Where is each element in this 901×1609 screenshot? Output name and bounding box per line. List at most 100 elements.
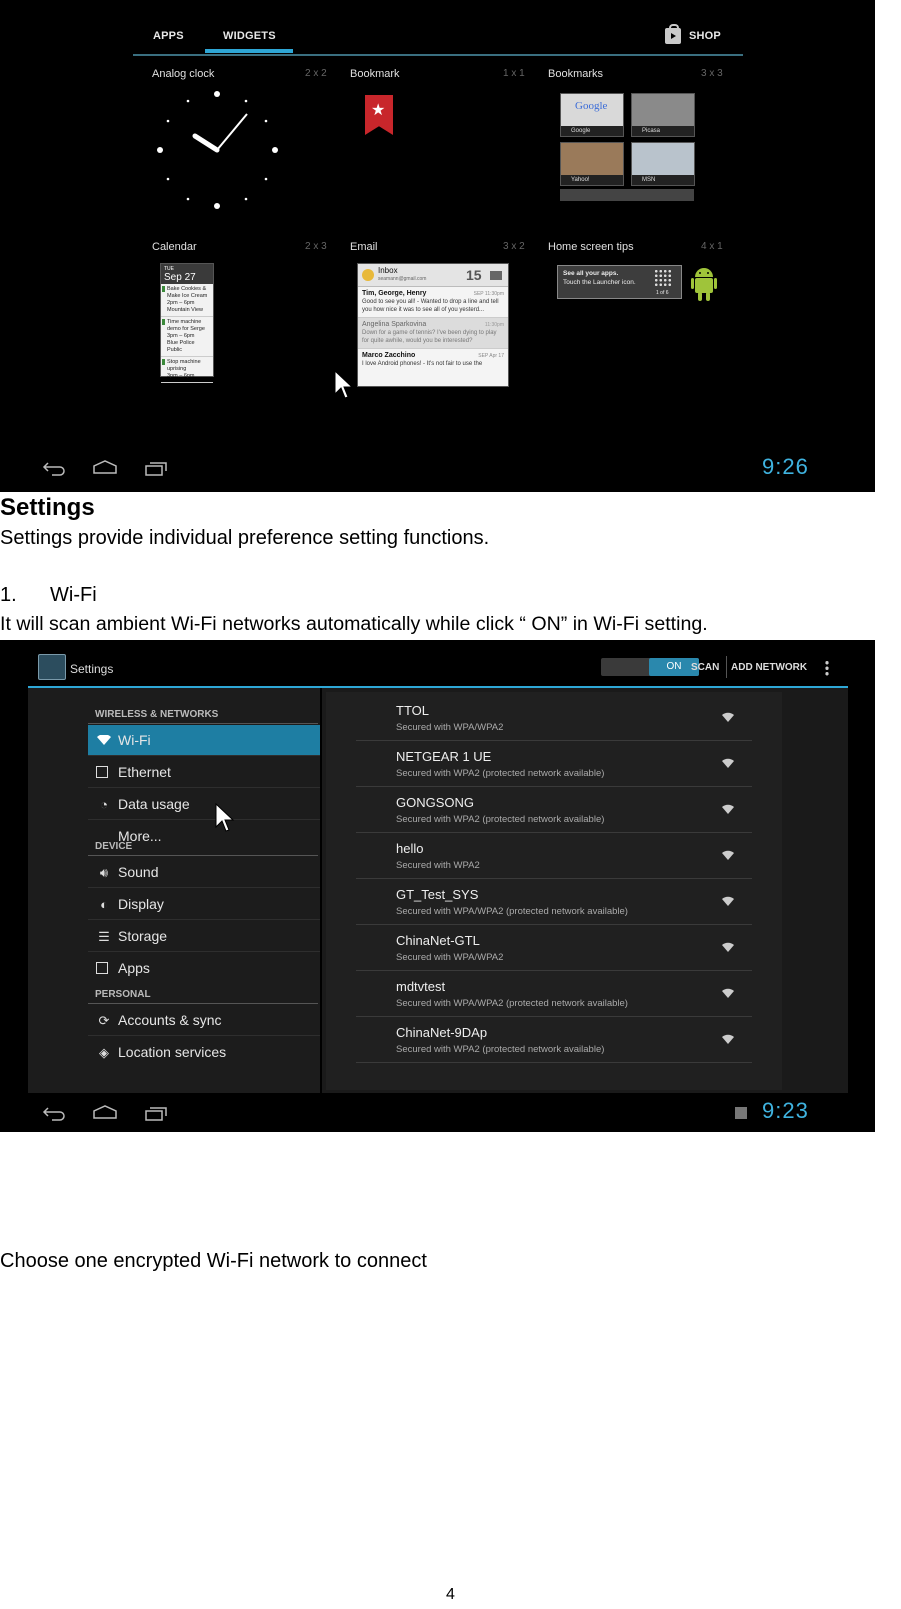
widget-label-analog-clock: Analog clock xyxy=(152,68,215,80)
message-preview: Down for a game of tennis? I've been dyi… xyxy=(362,330,497,344)
section-heading: Settings xyxy=(0,494,95,521)
section-header-wireless: WIRELESS & NETWORKS xyxy=(95,709,219,720)
unread-count: 15 xyxy=(466,267,482,283)
widget-size: 3 x 2 xyxy=(503,241,525,252)
menu-item-label: Storage xyxy=(118,928,168,944)
bookmark-thumb-google[interactable]: Google Google xyxy=(560,93,624,137)
overflow-menu-icon[interactable] xyxy=(825,660,829,676)
menu-item-display[interactable]: ◐ Display xyxy=(88,889,320,920)
menu-item-wifi[interactable]: Wi-Fi xyxy=(88,725,320,756)
wifi-network-row[interactable]: ChinaNet-GTL Secured with WPA/WPA2 xyxy=(356,925,752,971)
menu-item-ethernet[interactable]: Ethernet xyxy=(88,757,320,788)
menu-item-data-usage[interactable]: ◔ Data usage xyxy=(88,789,320,820)
speaker-icon: 🔊︎ xyxy=(99,865,109,880)
wifi-network-row[interactable]: NETGEAR 1 UE Secured with WPA2 (protecte… xyxy=(356,741,752,787)
thumb-caption: Picasa xyxy=(632,126,694,136)
section-header-device: DEVICE xyxy=(95,841,133,852)
location-icon: ◈ xyxy=(99,1045,109,1060)
add-network-button[interactable]: ADD NETWORK xyxy=(731,662,807,673)
system-navigation-bar: 9:23 xyxy=(0,1093,875,1132)
bookmark-thumb-yahoo[interactable]: Yahoo! xyxy=(560,142,624,186)
shop-button[interactable]: SHOP xyxy=(689,30,721,42)
network-ssid: hello xyxy=(396,841,424,856)
menu-item-apps[interactable]: Apps xyxy=(88,953,320,984)
wifi-network-row[interactable]: hello Secured with WPA2 xyxy=(356,833,752,879)
wifi-network-row[interactable]: mdtvtest Secured with WPA/WPA2 (protecte… xyxy=(356,971,752,1017)
page-number: 4 xyxy=(446,1586,455,1603)
back-icon[interactable] xyxy=(42,1105,66,1121)
email-widget[interactable]: Inbox seamann@gmail.com 15 Tim, George, … xyxy=(357,263,509,387)
calendar-widget[interactable]: TUE Sep 27 Bake Cookies & Make Ice Cream… xyxy=(160,263,214,383)
menu-item-label: Wi-Fi xyxy=(118,732,151,748)
brightness-icon: ◐ xyxy=(100,897,108,912)
menu-item-storage[interactable]: ☰ Storage xyxy=(88,921,320,952)
message-sender: Marco Zacchino xyxy=(362,352,416,359)
calendar-date: Sep 27 xyxy=(164,272,196,283)
bookmark-thumb-picasa[interactable]: Picasa xyxy=(631,93,695,137)
message-preview: I love Android phones! - It's not fair t… xyxy=(362,361,483,367)
widget-size: 2 x 3 xyxy=(305,241,327,252)
home-icon[interactable] xyxy=(92,459,118,475)
message-date: SEP 11:30pm xyxy=(473,291,504,297)
scan-button[interactable]: SCAN xyxy=(691,662,719,673)
network-ssid: NETGEAR 1 UE xyxy=(396,749,492,764)
divider xyxy=(88,723,318,724)
email-message[interactable]: Angelina Sparkovina 11:30pm Down for a g… xyxy=(358,318,508,349)
wifi-toggle[interactable]: ON xyxy=(601,658,699,676)
settings-action-bar: Settings ON SCAN ADD NETWORK xyxy=(28,640,848,688)
menu-item-accounts-sync[interactable]: ⟳ Accounts & sync xyxy=(88,1005,320,1036)
menu-item-location-services[interactable]: ◈ Location services xyxy=(88,1037,320,1068)
network-security: Secured with WPA/WPA2 (protected network… xyxy=(396,906,628,917)
active-tab-indicator xyxy=(205,49,293,53)
menu-item-label: Sound xyxy=(118,864,159,880)
email-account: seamann@gmail.com xyxy=(378,276,427,282)
widgets-screenshot: APPS WIDGETS SHOP Analog clock 2 x 2 Boo… xyxy=(0,0,875,492)
home-icon[interactable] xyxy=(92,1104,118,1120)
account-avatar-icon xyxy=(362,269,374,281)
section-intro: Settings provide individual preference s… xyxy=(0,527,490,549)
menu-item-label: Location services xyxy=(118,1044,227,1060)
thumb-caption: MSN xyxy=(632,175,694,185)
divider xyxy=(88,1003,318,1004)
shop-bag-icon[interactable] xyxy=(665,24,681,44)
widget-label-bookmarks: Bookmarks xyxy=(548,68,604,80)
wifi-network-row[interactable]: GT_Test_SYS Secured with WPA/WPA2 (prote… xyxy=(356,879,752,925)
message-date: 11:30pm xyxy=(484,322,504,328)
settings-title: Settings xyxy=(70,662,114,676)
wifi-network-row[interactable]: ChinaNet-9DAp Secured with WPA2 (protect… xyxy=(356,1017,752,1063)
email-message[interactable]: Marco Zacchino SEP Apr 17 I love Android… xyxy=(358,349,508,371)
recent-apps-icon[interactable] xyxy=(144,1105,168,1121)
calendar-event[interactable]: Stop machine uprising 3pm – 6pm xyxy=(161,357,213,383)
calendar-event[interactable]: Time machine demo for Serge 3pm – 6pm Bl… xyxy=(161,317,213,357)
wifi-signal-icon xyxy=(722,896,734,906)
network-security: Secured with WPA/WPA2 (protected network… xyxy=(396,998,628,1009)
menu-item-label: Apps xyxy=(118,960,150,976)
notification-play-icon[interactable] xyxy=(735,1107,747,1119)
recent-apps-icon[interactable] xyxy=(144,460,168,476)
analog-clock-widget[interactable] xyxy=(155,88,280,213)
calendar-event[interactable]: Bake Cookies & Make Ice Cream 2pm – 6pm … xyxy=(161,284,213,317)
tab-apps[interactable]: APPS xyxy=(153,30,184,42)
network-security: Secured with WPA2 (protected network ava… xyxy=(396,814,605,825)
network-ssid: GONGSONG xyxy=(396,795,475,810)
back-icon[interactable] xyxy=(42,460,66,476)
bookmark-star-icon[interactable]: ★ xyxy=(365,95,393,135)
email-message[interactable]: Tim, George, Henry SEP 11:30pm Good to s… xyxy=(358,287,508,318)
bookmark-thumb-msn[interactable]: MSN xyxy=(631,142,695,186)
wifi-network-row[interactable]: GONGSONG Secured with WPA2 (protected ne… xyxy=(356,787,752,833)
mouse-cursor-icon xyxy=(215,803,235,832)
wifi-network-row[interactable]: TTOL Secured with WPA/WPA2 xyxy=(356,695,752,741)
list-item-description: It will scan ambient Wi-Fi networks auto… xyxy=(0,613,708,635)
widget-label-calendar: Calendar xyxy=(152,241,197,253)
menu-item-sound[interactable]: 🔊︎ Sound xyxy=(88,857,320,888)
launcher-tab-bar: APPS WIDGETS SHOP xyxy=(133,20,743,56)
network-security: Secured with WPA2 (protected network ava… xyxy=(396,768,605,779)
status-clock: 9:23 xyxy=(762,1098,809,1123)
home-screen-tip-card[interactable]: See all your apps. Touch the Launcher ic… xyxy=(557,265,682,299)
wifi-signal-icon xyxy=(722,850,734,860)
settings-app-icon[interactable] xyxy=(38,654,66,680)
envelope-icon[interactable] xyxy=(490,271,502,280)
tab-widgets[interactable]: WIDGETS xyxy=(223,30,276,42)
instruction-text: Choose one encrypted Wi-Fi network to co… xyxy=(0,1250,427,1272)
divider xyxy=(88,855,318,856)
